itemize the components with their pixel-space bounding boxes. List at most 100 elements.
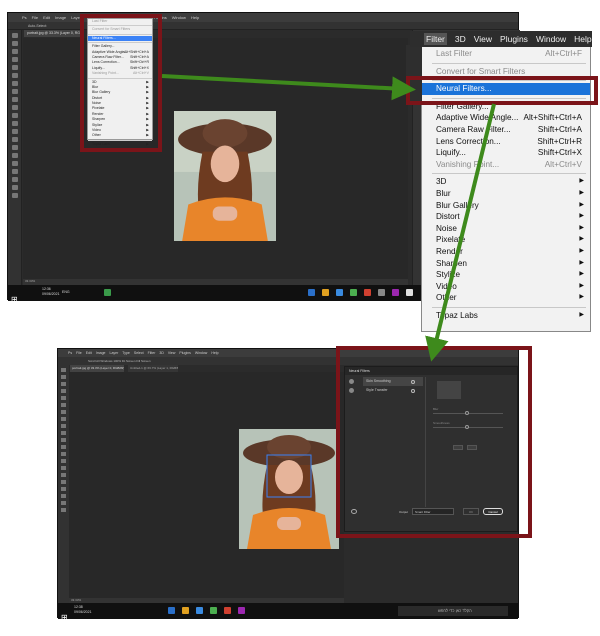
marquee-tool-icon[interactable] <box>11 41 18 46</box>
pen-tool-icon[interactable] <box>61 473 66 477</box>
edge-taskbar-icon[interactable] <box>196 607 203 614</box>
menu-plugins[interactable]: Plugins <box>500 34 528 44</box>
select-tool-icon[interactable] <box>61 389 66 393</box>
history-brush-icon[interactable] <box>61 438 66 442</box>
menu-ps[interactable]: Ps <box>22 15 27 20</box>
hand-tool-icon[interactable] <box>61 501 66 505</box>
eyedropper-tool-icon[interactable] <box>61 410 66 414</box>
menu-item-camera-raw-filter[interactable]: Camera Raw Filter... Shift+Ctrl+A <box>422 124 590 136</box>
hand-tool-icon[interactable] <box>11 185 18 190</box>
lasso-tool-icon[interactable] <box>61 382 66 386</box>
pen-tool-icon[interactable] <box>11 153 18 158</box>
blur-tool-icon[interactable] <box>11 137 18 142</box>
stamp-tool-icon[interactable] <box>11 105 18 110</box>
shape-tool-icon[interactable] <box>61 494 66 498</box>
marquee-tool-icon[interactable] <box>61 375 66 379</box>
app4-taskbar-icon[interactable] <box>392 289 399 296</box>
type-tool-icon[interactable] <box>11 161 18 166</box>
menu-item-pixelate[interactable]: Pixelate ▶ <box>422 234 590 246</box>
stamp-tool-icon[interactable] <box>61 431 66 435</box>
menu-view[interactable]: View <box>168 351 176 355</box>
move-tool-icon[interactable] <box>11 33 18 38</box>
menu-item-liquify[interactable]: Liquify... Shift+Ctrl+X <box>422 147 590 159</box>
document-tab[interactable]: portrait.jpg @ 33.3% (Layer 0, RGB/8#) * <box>24 30 84 37</box>
menu-item-sharpen[interactable]: Sharpen ▶ <box>422 258 590 270</box>
heal-tool-icon[interactable] <box>61 417 66 421</box>
frame-tool-icon[interactable] <box>11 73 18 78</box>
app5-taskbar-icon[interactable] <box>406 289 413 296</box>
eyedropper-tool-icon[interactable] <box>11 81 18 86</box>
menu-select[interactable]: Select <box>134 351 144 355</box>
windows-start-icon[interactable] <box>61 607 68 625</box>
eraser-tool-icon[interactable] <box>11 121 18 126</box>
path-select-icon[interactable] <box>11 169 18 174</box>
menu-item-blur-gallery[interactable]: Blur Gallery ▶ <box>422 200 590 212</box>
edge-taskbar-icon[interactable] <box>336 289 343 296</box>
menu-plugins[interactable]: Plugins <box>179 351 190 355</box>
menu-help[interactable]: Help <box>211 351 218 355</box>
app-taskbar-icon[interactable] <box>350 289 357 296</box>
menu-item-other[interactable]: Other ▶ <box>422 292 590 304</box>
app3-taskbar-icon[interactable] <box>238 607 245 614</box>
menu-item-noise[interactable]: Noise ▶ <box>422 223 590 235</box>
crop-tool-icon[interactable] <box>11 65 18 70</box>
menu-item-distort[interactable]: Distort ▶ <box>422 211 590 223</box>
menu-item-lens-correction[interactable]: Lens Correction... Shift+Ctrl+R <box>422 136 590 148</box>
brush-tool-icon[interactable] <box>11 97 18 102</box>
app-taskbar-icon[interactable] <box>210 607 217 614</box>
document-tab[interactable]: portrait.jpg @ 33.3% (Layer 0, RGB/8#) * <box>70 365 124 372</box>
move-tool-icon[interactable] <box>61 368 66 372</box>
crop-tool-icon[interactable] <box>61 396 66 400</box>
heal-tool-icon[interactable] <box>11 89 18 94</box>
menu-image[interactable]: Image <box>55 15 66 20</box>
menu-filter[interactable]: Filter <box>148 351 156 355</box>
history-brush-icon[interactable] <box>11 113 18 118</box>
menu-item-adaptive-wide-angle[interactable]: Adaptive Wide Angle... Alt+Shift+Ctrl+A <box>422 112 590 124</box>
explorer-taskbar-icon[interactable] <box>182 607 189 614</box>
blur-tool-icon[interactable] <box>61 459 66 463</box>
photoshop-taskbar-icon[interactable] <box>168 607 175 614</box>
menu-window[interactable]: Window <box>195 351 207 355</box>
menu-edit[interactable]: Edit <box>86 351 92 355</box>
gradient-tool-icon[interactable] <box>61 452 66 456</box>
language-indicator[interactable]: ENG <box>62 290 70 294</box>
path-select-icon[interactable] <box>61 487 66 491</box>
menu-window[interactable]: Window <box>172 15 186 20</box>
explorer-taskbar-icon[interactable] <box>322 289 329 296</box>
select-tool-icon[interactable] <box>11 57 18 62</box>
zoom-tool-icon[interactable] <box>61 508 66 512</box>
photoshop-taskbar-icon[interactable] <box>308 289 315 296</box>
menu-item-3d[interactable]: 3D ▶ <box>422 176 590 188</box>
menu-item-render[interactable]: Render ▶ <box>422 246 590 258</box>
menu-item-vanishing-point[interactable]: Vanishing Point... Alt+Ctrl+V <box>422 159 590 171</box>
menu-filter[interactable]: Filter <box>424 33 447 45</box>
menu-type[interactable]: Type <box>122 351 130 355</box>
menu-item-last-filter[interactable]: Last Filter Alt+Ctrl+F <box>422 48 590 60</box>
menu-item-blur[interactable]: Blur ▶ <box>422 188 590 200</box>
menu-layer[interactable]: Layer <box>110 351 119 355</box>
frame-tool-icon[interactable] <box>61 403 66 407</box>
document-tab-2[interactable]: Untitled-1 @ 66.7% (Layer 1, RGB/8#) <box>128 365 178 372</box>
app3-taskbar-icon[interactable] <box>378 289 385 296</box>
menu-file[interactable]: File <box>76 351 82 355</box>
taskbar-search-box[interactable]: הקלד כאן כדי לחפש <box>398 606 508 616</box>
zoom-tool-icon[interactable] <box>11 193 18 198</box>
tray-app-icon[interactable] <box>104 289 111 296</box>
app2-taskbar-icon[interactable] <box>364 289 371 296</box>
menu-help[interactable]: Help <box>574 34 591 44</box>
brush-tool-icon[interactable] <box>61 424 66 428</box>
menu-3d[interactable]: 3D <box>159 351 163 355</box>
menu-window[interactable]: Window <box>536 34 566 44</box>
menu-help[interactable]: Help <box>191 15 199 20</box>
menu-view[interactable]: View <box>474 34 492 44</box>
dodge-tool-icon[interactable] <box>11 145 18 150</box>
menu-item-video[interactable]: Video ▶ <box>422 281 590 293</box>
shape-tool-icon[interactable] <box>11 177 18 182</box>
menu-ps[interactable]: Ps <box>68 351 72 355</box>
menu-3d[interactable]: 3D <box>455 34 466 44</box>
windows-start-icon[interactable] <box>11 289 18 296</box>
app2-taskbar-icon[interactable] <box>224 607 231 614</box>
gradient-tool-icon[interactable] <box>11 129 18 134</box>
menu-file[interactable]: File <box>32 15 38 20</box>
menu-image[interactable]: Image <box>96 351 106 355</box>
